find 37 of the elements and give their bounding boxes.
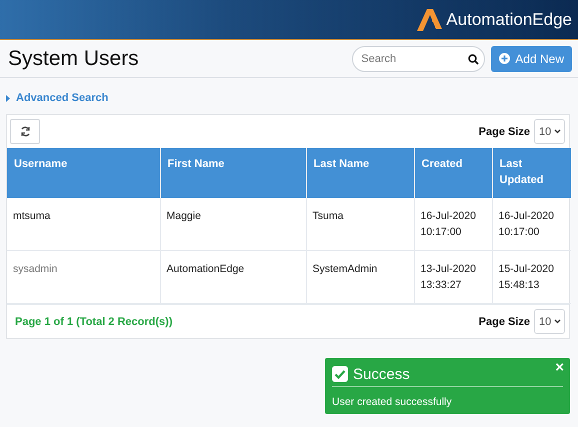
plus-circle-icon [499, 53, 510, 64]
page-size-label: Page Size [478, 126, 530, 138]
table-cell: mtsuma [7, 198, 160, 250]
caret-icon [554, 319, 561, 324]
caret-icon [554, 129, 561, 134]
page-size-label: Page Size [478, 316, 530, 328]
caret-icon [6, 94, 11, 102]
column-header[interactable]: Last Name [306, 148, 414, 198]
table-cell: 13-Jul-2020 13:33:27 [414, 250, 492, 304]
refresh-icon [20, 126, 30, 137]
toast-message: User created successfully [332, 395, 453, 408]
close-button[interactable]: × [555, 360, 564, 376]
table-cell: SystemAdmin [306, 250, 414, 304]
page-title: System Users [8, 46, 140, 70]
table-cell: 15-Jul-2020 15:48:13 [492, 250, 571, 304]
table-cell: sysadmin [7, 250, 160, 304]
column-header[interactable]: Last Updated [492, 148, 571, 198]
advanced-search-link[interactable]: Advanced Search [6, 92, 108, 104]
column-header[interactable]: Username [7, 148, 160, 198]
table-cell: Maggie [160, 198, 306, 250]
toast-title: Success [353, 366, 410, 382]
logo-icon [417, 8, 444, 30]
table-cell: Tsuma [306, 198, 414, 250]
table-cell: AutomationEdge [160, 250, 306, 304]
search-field[interactable]: Search [352, 46, 486, 72]
pagination-summary: Page 1 of 1 (Total 2 Record(s)) [15, 316, 172, 328]
search-icon [468, 54, 480, 64]
refresh-button[interactable] [10, 119, 40, 144]
page-size-select[interactable]: 10 [534, 119, 565, 144]
column-header[interactable]: Created [414, 148, 492, 198]
logo-text: AutomationEdge [446, 10, 572, 30]
page-size-select[interactable]: 10 [534, 309, 565, 334]
table-cell: 16-Jul-2020 10:17:00 [492, 198, 571, 250]
add-new-button[interactable]: Add New [491, 46, 572, 72]
column-header[interactable]: First Name [160, 148, 306, 198]
table-cell: 16-Jul-2020 10:17:00 [414, 198, 492, 250]
checkbox-icon [332, 366, 348, 382]
